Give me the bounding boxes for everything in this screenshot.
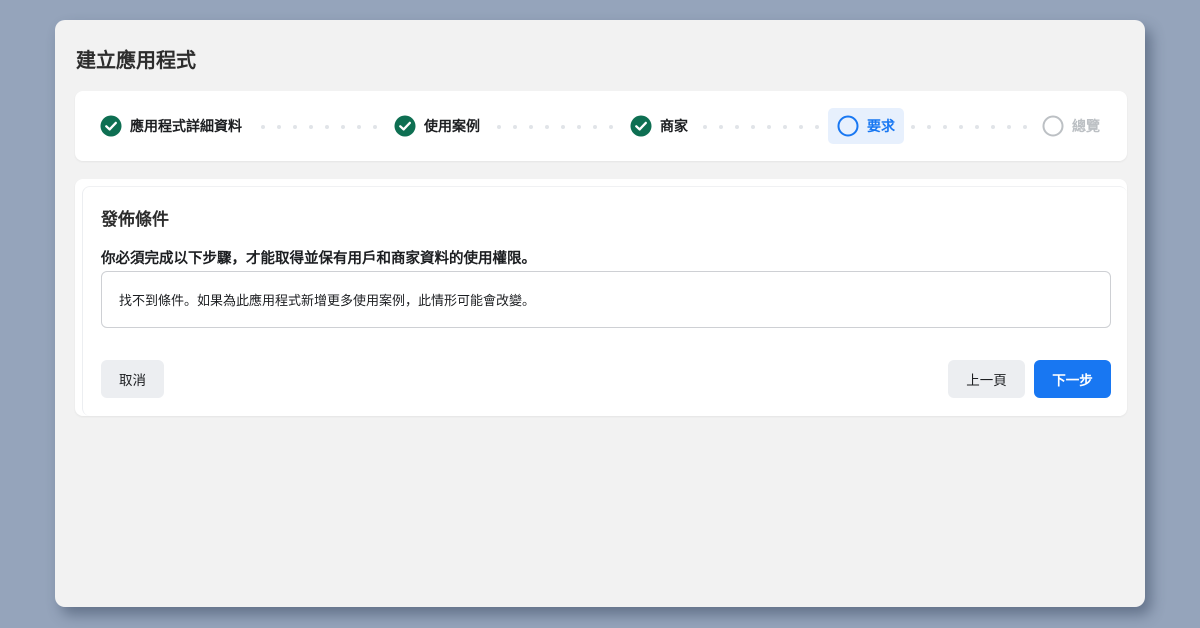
section-title: 發佈條件 bbox=[101, 210, 169, 230]
step-label: 商家 bbox=[660, 119, 688, 135]
step-use-cases[interactable]: 使用案例 bbox=[394, 108, 480, 144]
no-requirements-notice: 找不到條件。如果為此應用程式新增更多使用案例，此情形可能會改變。 bbox=[101, 271, 1111, 328]
current-step-circle-icon bbox=[837, 115, 859, 137]
step-connector bbox=[911, 125, 1039, 129]
requirements-card: 發佈條件 你必須完成以下步驟，才能取得並保有用戶和商家資料的使用權限。 找不到條… bbox=[75, 179, 1127, 416]
step-connector bbox=[703, 125, 831, 129]
step-business[interactable]: 商家 bbox=[630, 108, 688, 144]
progress-stepper: 應用程式詳細資料 使用案例 商家 要求 總覽 bbox=[75, 91, 1127, 161]
step-requirements[interactable]: 要求 bbox=[828, 108, 904, 144]
empty-circle-icon bbox=[1042, 115, 1064, 137]
next-button[interactable]: 下一步 bbox=[1034, 360, 1111, 398]
dialog-title: 建立應用程式 bbox=[76, 48, 196, 72]
notice-text: 找不到條件。如果為此應用程式新增更多使用案例，此情形可能會改變。 bbox=[119, 294, 536, 309]
create-app-dialog: 建立應用程式 應用程式詳細資料 使用案例 商家 要求 總覽 發佈條件 你必須完成… bbox=[55, 20, 1145, 607]
step-label: 總覽 bbox=[1072, 119, 1100, 135]
step-label: 要求 bbox=[867, 119, 895, 135]
previous-button[interactable]: 上一頁 bbox=[948, 360, 1025, 398]
step-label: 應用程式詳細資料 bbox=[130, 119, 242, 135]
cancel-button[interactable]: 取消 bbox=[101, 360, 164, 398]
section-description: 你必須完成以下步驟，才能取得並保有用戶和商家資料的使用權限。 bbox=[101, 251, 536, 267]
check-circle-icon bbox=[630, 115, 652, 137]
check-circle-icon bbox=[394, 115, 416, 137]
step-label: 使用案例 bbox=[424, 119, 480, 135]
step-connector bbox=[261, 125, 389, 129]
step-app-details[interactable]: 應用程式詳細資料 bbox=[100, 108, 242, 144]
step-overview[interactable]: 總覽 bbox=[1042, 108, 1100, 144]
requirements-panel: 發佈條件 你必須完成以下步驟，才能取得並保有用戶和商家資料的使用權限。 找不到條… bbox=[82, 186, 1127, 416]
check-circle-icon bbox=[100, 115, 122, 137]
step-connector bbox=[497, 125, 625, 129]
